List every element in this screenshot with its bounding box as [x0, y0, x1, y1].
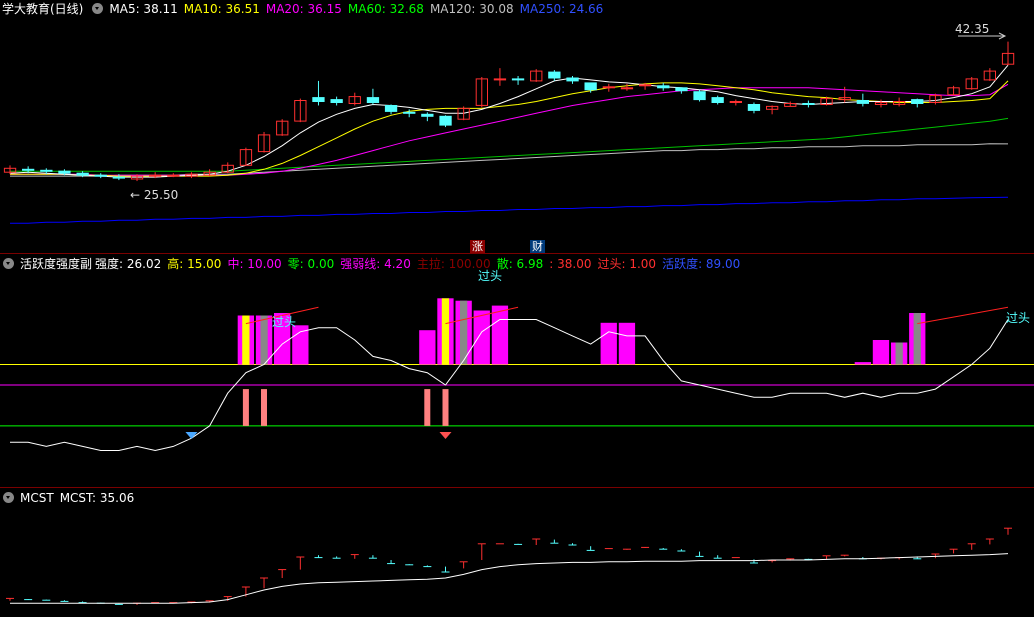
candle-down [330, 99, 343, 103]
mcst-header: MCST MCST: 35.06 [0, 489, 140, 507]
mcst-title: MCST [20, 491, 54, 505]
ma120-label: MA120: 30.08 [429, 2, 514, 16]
activity-chart[interactable] [0, 255, 1034, 487]
rise-badge[interactable]: 涨 [470, 240, 485, 253]
guotou-label-3: 过头 [1006, 311, 1031, 325]
candle-down [711, 97, 724, 103]
mcst-panel[interactable]: MCST MCST: 35.06 [0, 489, 1034, 617]
field-zero: 零: 0.00 [287, 257, 335, 271]
candle-down [747, 104, 761, 111]
ma10-line [10, 80, 1009, 177]
pink-signal-bar [261, 389, 267, 426]
activity-bar [618, 322, 636, 365]
activity-inner-bar [913, 313, 921, 365]
guotou-line [917, 306, 1009, 325]
mcst-line [10, 553, 1009, 604]
candle-down [421, 113, 434, 117]
candle-down [384, 105, 398, 112]
activity-bar [854, 362, 871, 365]
activity-inner-bar [441, 298, 450, 365]
candle-down [112, 176, 125, 179]
activity-header: 活跃度强度副 强度: 26.02 高: 15.00 中: 10.00 零: 0.00 强弱… [0, 255, 746, 273]
activity-inner-bar [260, 315, 268, 365]
candle-down [403, 111, 416, 114]
activity-inner-bar [460, 300, 468, 365]
field-weakstrong: 强弱线: 4.20 [340, 257, 411, 271]
candle-down [58, 170, 71, 174]
candle-up [729, 101, 743, 103]
candle-up [493, 78, 507, 81]
ma5-label: MA5: 38.11 [109, 2, 178, 16]
finance-badge[interactable]: 财 [530, 240, 545, 253]
candle-down [94, 174, 107, 177]
candle-up [602, 86, 616, 89]
main-toggle-icon[interactable] [92, 3, 104, 14]
candle-down [911, 99, 924, 104]
field-guotou: 过头: 1.00 [597, 257, 657, 271]
field-high: 高: 15.00 [167, 257, 222, 271]
candle-down [566, 77, 579, 82]
panel-divider-1[interactable] [0, 253, 1034, 254]
activity-bar [872, 340, 890, 365]
mcst-value: MCST: 35.06 [59, 491, 135, 505]
candle-up [167, 174, 180, 177]
ma250-label: MA250: 24.66 [519, 2, 604, 16]
candle-down [693, 91, 706, 101]
main-chart-header: 学大教育(日线) MA5: 38.11 MA10: 36.51 MA20: 36.15… [0, 0, 609, 18]
candle-up [620, 87, 634, 90]
guotou-label-1: 过头 [272, 315, 297, 329]
field-activity: 活跃度: 89.00 [662, 257, 741, 271]
ma60-label: MA60: 32.68 [347, 2, 424, 16]
candle-down [856, 100, 870, 104]
mcst-chart[interactable] [0, 489, 1034, 617]
candle-down [548, 71, 561, 79]
candle-down [22, 168, 35, 171]
candle-down [366, 97, 380, 103]
candle-down [511, 78, 525, 81]
activity-inner-bar [895, 342, 903, 365]
stock-title: 学大教育(日线) [2, 2, 84, 16]
candle-down [675, 87, 688, 92]
candle-up [149, 174, 162, 177]
ma20-label: MA20: 36.15 [265, 2, 342, 16]
ma10-label: MA10: 36.51 [183, 2, 260, 16]
field-scatter: 散: 6.98 [496, 257, 544, 271]
activity-bar [600, 322, 617, 365]
candle-down [76, 172, 89, 176]
candle-down [802, 103, 815, 105]
mcst-toggle-icon[interactable] [3, 492, 14, 503]
activity-bar [292, 325, 309, 365]
diamond-signal-icon [439, 432, 452, 440]
candle-down [657, 85, 670, 89]
candle-down [439, 115, 452, 126]
pink-signal-bar [442, 389, 449, 426]
activity-bar [491, 305, 509, 365]
activity-bar [473, 310, 490, 365]
pink-signal-bar [424, 389, 431, 426]
field-strength: 强度: 26.02 [95, 257, 162, 271]
candle-up [639, 84, 652, 87]
mid-toggle-icon[interactable] [3, 258, 14, 269]
ma20-line [10, 83, 1009, 176]
ma60-line [10, 117, 1009, 172]
candle-down [312, 97, 325, 102]
candle-down [40, 169, 53, 172]
field-mid: 中: 10.00 [227, 257, 282, 271]
pink-signal-bar [242, 389, 249, 426]
activity-strength-panel[interactable]: 活跃度强度副 强度: 26.02 高: 15.00 中: 10.00 零: 0.00 强弱… [0, 255, 1034, 487]
activity-title: 活跃度强度副 [20, 257, 93, 271]
price-chart[interactable] [0, 0, 1034, 253]
low-price-label: ← 25.50 [130, 188, 179, 202]
panel-divider-2[interactable] [0, 487, 1034, 488]
high-price-label: 42.35 [955, 22, 990, 36]
main-chart-panel[interactable]: 学大教育(日线) MA5: 38.11 MA10: 36.51 MA20: 36.15… [0, 0, 1034, 253]
candle-down [584, 82, 597, 91]
ma5-line [9, 64, 1009, 178]
field-mainpull: 主拉: 100.00 [416, 257, 491, 271]
activity-bar [419, 330, 436, 365]
field-38: : 38.00 [549, 257, 592, 271]
